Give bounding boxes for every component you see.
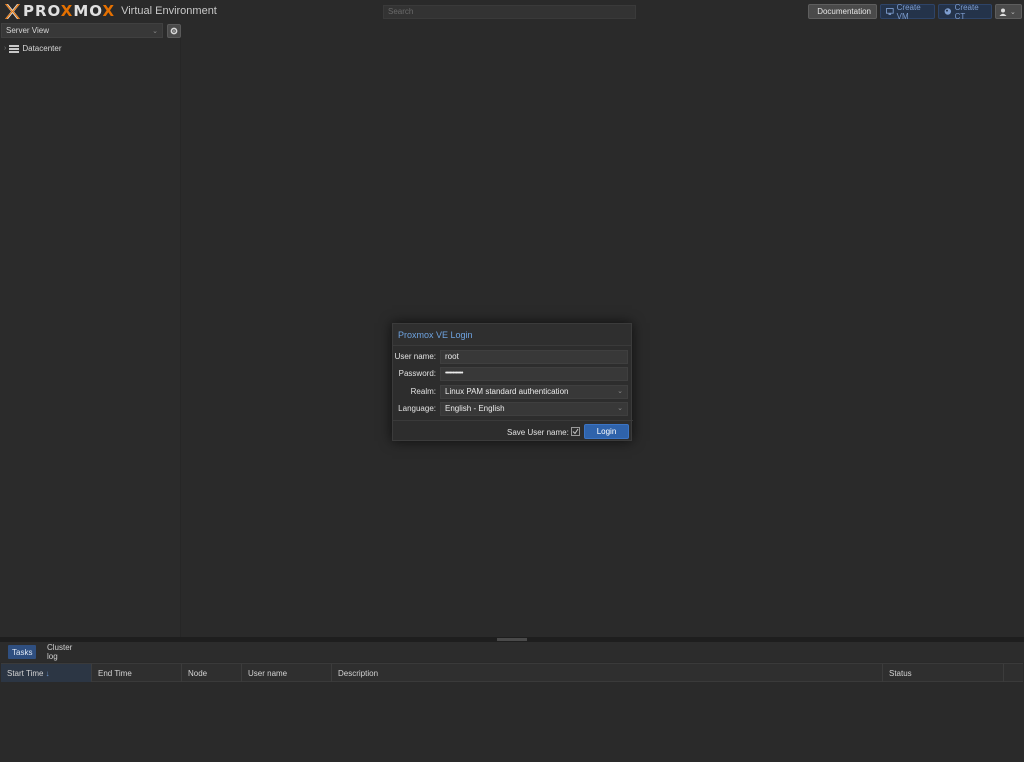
login-dialog-title: Proxmox VE Login	[393, 324, 631, 346]
login-button-label: Login	[596, 427, 617, 436]
tab-cluster-log-label: Cluster log	[47, 643, 73, 661]
tab-cluster-log[interactable]: Cluster log	[43, 643, 89, 661]
realm-label: Realm:	[410, 387, 436, 396]
column-spacer	[1004, 664, 1023, 682]
password-row: Password: ••••••••••••	[393, 366, 633, 381]
login-button[interactable]: Login	[584, 424, 629, 439]
chevron-down-icon: ⌄	[152, 27, 158, 35]
server-rack-icon	[9, 44, 20, 53]
sort-desc-icon: ↓	[45, 668, 50, 678]
search-placeholder: Search	[388, 7, 414, 16]
splitter-grip[interactable]	[497, 638, 527, 641]
column-label: Description	[338, 668, 379, 678]
create-vm-label: Create VM	[896, 2, 921, 21]
logo-subtitle: Virtual Environment	[121, 5, 217, 17]
tasks-grid-body	[1, 682, 1023, 762]
top-header: PROXMOX Virtual Environment Search Docum…	[0, 0, 1024, 23]
checkmark-icon	[572, 428, 579, 435]
documentation-label: Documentation	[817, 7, 871, 16]
chevron-down-icon: ⌄	[1010, 8, 1016, 16]
realm-row: Realm: Linux PAM standard authentication…	[393, 384, 633, 399]
logo-wordmark: PROXMOX	[23, 2, 116, 20]
column-description[interactable]: Description	[332, 664, 883, 682]
column-label: Status	[889, 668, 912, 678]
tree-item-datacenter[interactable]: › Datacenter	[4, 43, 61, 54]
proxmox-logo[interactable]: PROXMOX Virtual Environment	[4, 3, 217, 20]
proxmox-x-icon	[5, 4, 20, 19]
desktop-icon	[886, 8, 894, 15]
column-status[interactable]: Status	[883, 664, 1004, 682]
password-label: Password:	[398, 369, 436, 378]
create-ct-button[interactable]: Create CT	[938, 2, 992, 21]
save-username-label: Save User name:	[507, 428, 569, 437]
column-user-name[interactable]: User name	[242, 664, 332, 682]
expand-arrow-icon[interactable]: ›	[4, 45, 6, 52]
documentation-button[interactable]: Documentation	[808, 4, 877, 19]
user-menu-button[interactable]: ⌄	[995, 4, 1022, 19]
cube-icon	[944, 8, 952, 15]
username-label: User name:	[394, 352, 436, 361]
column-label: User name	[248, 668, 288, 678]
save-username-checkbox[interactable]	[571, 427, 580, 436]
server-view-select[interactable]: Server View ⌄	[1, 23, 163, 38]
login-dialog-footer: Save User name: Login	[393, 420, 633, 442]
column-label: End Time	[98, 668, 132, 678]
search-input[interactable]: Search	[383, 5, 636, 19]
log-panel: Tasks Cluster log Start Time ↓ End Time …	[0, 642, 1024, 762]
username-value: root	[445, 352, 459, 361]
column-end-time[interactable]: End Time	[92, 664, 182, 682]
column-label: Start Time	[7, 668, 44, 678]
resource-tree-panel: Server View ⌄ › Datacenter	[0, 23, 181, 637]
language-select[interactable]: English - English ⌄	[440, 401, 628, 416]
log-tabbar: Tasks Cluster log	[0, 642, 1024, 662]
tree-item-label: Datacenter	[22, 44, 62, 53]
create-ct-label: Create CT	[954, 2, 979, 21]
language-row: Language: English - English ⌄	[393, 401, 633, 416]
username-row: User name: root	[393, 349, 633, 364]
tab-tasks-label: Tasks	[12, 647, 33, 657]
server-view-value: Server View	[6, 26, 49, 35]
chevron-down-icon: ⌄	[617, 405, 623, 412]
gear-icon	[170, 27, 178, 35]
tasks-grid-header: Start Time ↓ End Time Node User name Des…	[1, 663, 1023, 682]
user-icon	[999, 8, 1007, 16]
realm-value: Linux PAM standard authentication	[445, 387, 569, 396]
column-start-time[interactable]: Start Time ↓	[1, 664, 92, 682]
chevron-down-icon: ⌄	[617, 388, 623, 395]
create-vm-button[interactable]: Create VM	[880, 2, 935, 21]
realm-select[interactable]: Linux PAM standard authentication ⌄	[440, 384, 628, 399]
tree-settings-button[interactable]	[167, 24, 181, 38]
column-label: Node	[188, 668, 208, 678]
tab-tasks[interactable]: Tasks	[8, 645, 36, 659]
column-node[interactable]: Node	[182, 664, 242, 682]
language-value: English - English	[445, 404, 505, 413]
language-label: Language:	[398, 404, 436, 413]
password-field[interactable]: ••••••••••••	[440, 366, 628, 381]
password-value: ••••••••••••	[445, 370, 463, 377]
login-dialog: Proxmox VE Login User name: root Passwor…	[392, 323, 633, 442]
username-field[interactable]: root	[440, 349, 628, 364]
